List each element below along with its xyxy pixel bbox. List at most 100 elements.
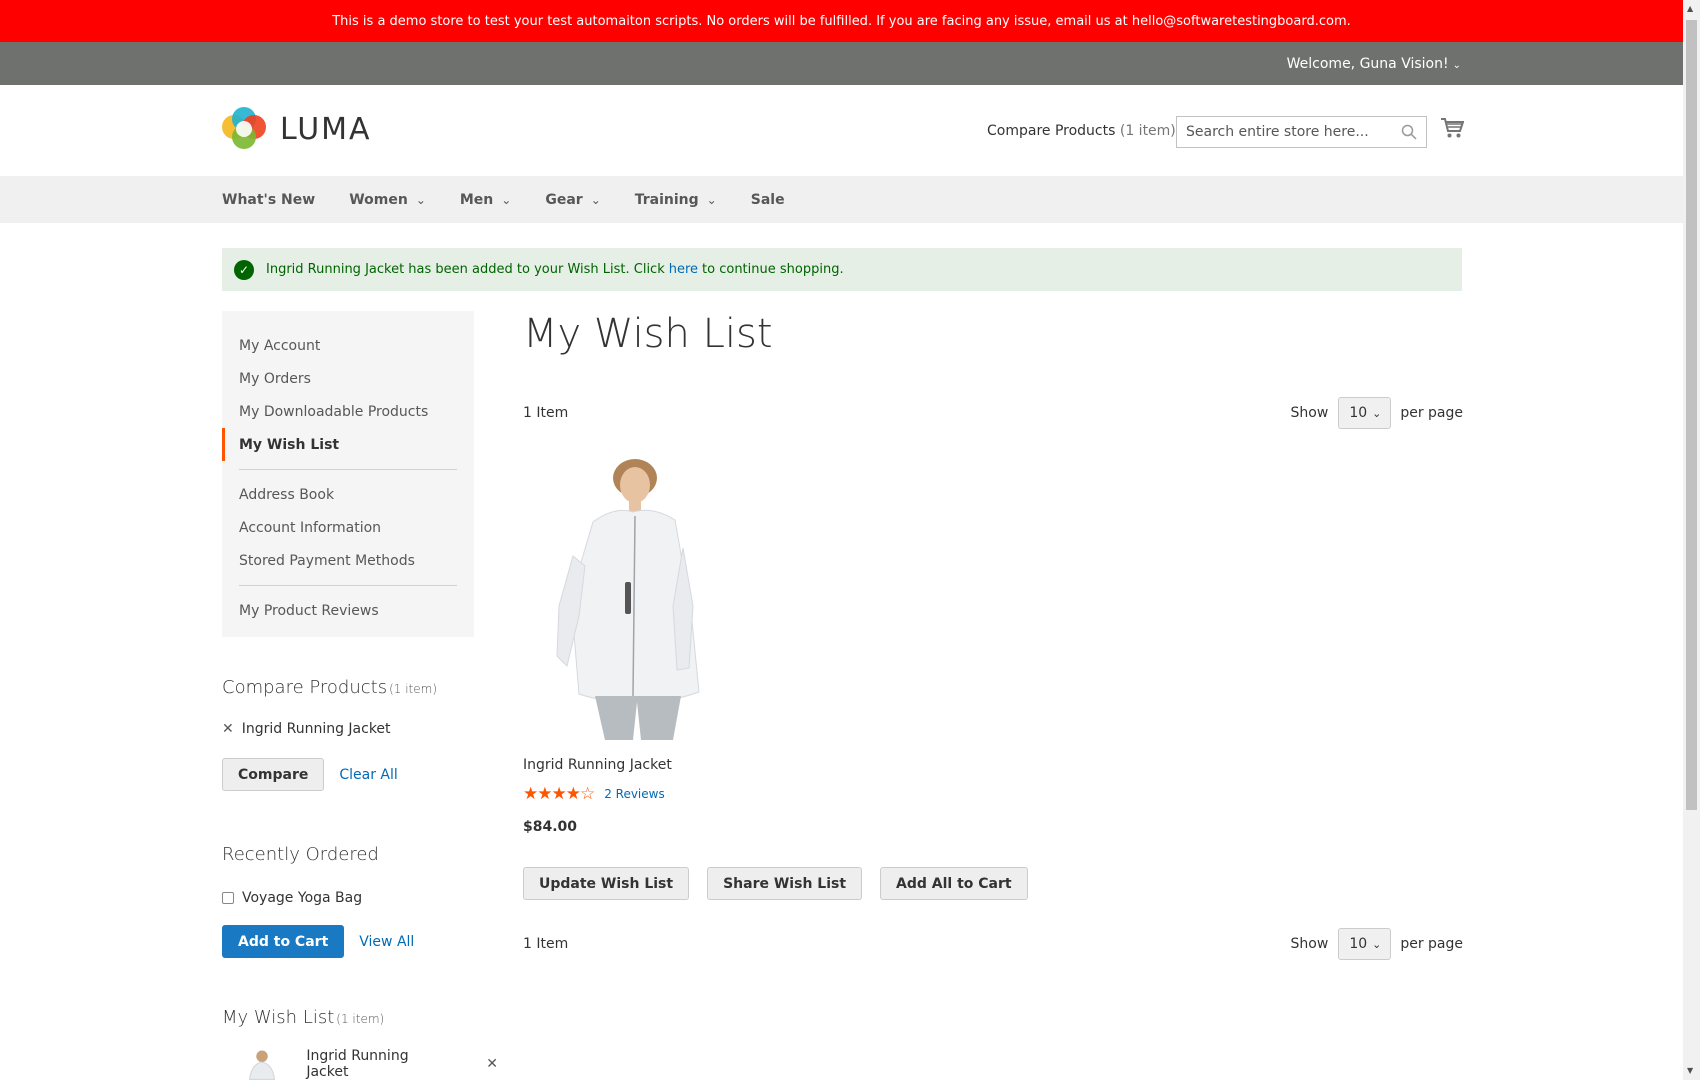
search-icon[interactable] (1401, 124, 1417, 140)
compare-actions: Compare Clear All (222, 758, 398, 791)
add-all-to-cart-button[interactable]: Add All to Cart (880, 867, 1028, 900)
page-scrollbar[interactable]: ▲ ▼ (1683, 0, 1700, 1080)
item-count: 1 Item (523, 405, 569, 421)
nav-item-gear[interactable]: Gear ⌄ (545, 192, 600, 208)
continue-shopping-link[interactable]: here (669, 262, 698, 277)
recent-item-name[interactable]: Voyage Yoga Bag (242, 890, 362, 906)
add-to-cart-button[interactable]: Add to Cart (222, 925, 345, 958)
product-thumbnail[interactable] (238, 1047, 278, 1080)
recent-item-checkbox[interactable] (222, 892, 234, 904)
sidebar-wishlist-block: My Wish List (1 item) (222, 1007, 384, 1028)
compare-label: Compare Products (987, 123, 1116, 139)
message-text: Ingrid Running Jacket has been added to … (266, 262, 665, 277)
wishlist-block-title: My Wish List (1 item) (222, 1007, 384, 1028)
sidebar-item-my-wish-list[interactable]: My Wish List (222, 428, 474, 461)
block-count: (1 item) (389, 682, 438, 696)
demo-notice-bar: This is a demo store to test your test a… (0, 0, 1683, 42)
show-label: Show (1290, 936, 1329, 952)
nav-label: What's New (222, 191, 316, 208)
limiter: Show 10 ⌄ per page (1291, 928, 1463, 960)
scrollbar-thumb[interactable] (1686, 20, 1697, 810)
sidebar-item-my-orders[interactable]: My Orders (222, 362, 474, 395)
chevron-down-icon: ⌄ (1372, 406, 1382, 420)
nav-item-women[interactable]: Women ⌄ (349, 192, 426, 208)
chevron-down-icon: ⌄ (1372, 937, 1382, 951)
main-content: My Wish List 1 Item Show 10 ⌄ per page In… (523, 311, 1463, 960)
compare-item-name[interactable]: Ingrid Running Jacket (242, 721, 391, 737)
logo-text: LUMA (280, 111, 372, 147)
compare-count: (1 item) (1119, 123, 1176, 139)
rating-stars: ★★★★☆ (523, 784, 595, 804)
compare-item: ✕ Ingrid Running Jacket (222, 721, 391, 737)
update-wishlist-button[interactable]: Update Wish List (523, 867, 690, 900)
chevron-down-icon: ⌄ (706, 192, 717, 207)
header-compare-link[interactable]: Compare Products (1 item) (987, 123, 1176, 139)
panel-header: Welcome, Guna Vision! ⌄ (0, 42, 1683, 85)
nav-label: Sale (750, 191, 785, 208)
chevron-down-icon: ⌄ (590, 192, 601, 207)
checkmark-icon: ✓ (234, 259, 254, 280)
per-page-value: 10 (1349, 405, 1368, 421)
sidebar-item-my-account[interactable]: My Account (222, 329, 474, 362)
page: This is a demo store to test your test a… (0, 0, 1683, 1080)
nav-item-training[interactable]: Training ⌄ (635, 192, 717, 208)
sidebar-item-downloadable-products[interactable]: My Downloadable Products (222, 395, 474, 428)
welcome-text: Welcome, Guna Vision! (1286, 55, 1449, 72)
per-page-value: 10 (1349, 936, 1368, 952)
compare-block: Compare Products (1 item) (222, 677, 437, 698)
reviews-link[interactable]: 2 Reviews (604, 787, 665, 801)
search-input[interactable]: Search entire store here... (1186, 124, 1401, 140)
nav-label: Women (349, 191, 408, 208)
luma-logo-icon (222, 107, 266, 151)
wishlist-actions: Update Wish List Share Wish List Add All… (523, 867, 1028, 900)
nav-label: Gear (545, 191, 583, 208)
search-field[interactable]: Search entire store here... (1176, 116, 1427, 148)
product-price: $84.00 (523, 819, 578, 835)
divider (239, 585, 457, 586)
block-title-text: My Wish List (222, 1007, 335, 1028)
chevron-down-icon: ⌄ (415, 192, 426, 207)
block-count: (1 item) (336, 1012, 385, 1026)
nav-item-sale[interactable]: Sale (751, 192, 785, 208)
cart-icon[interactable] (1440, 117, 1464, 139)
recent-actions: Add to Cart View All (222, 925, 414, 958)
nav-item-men[interactable]: Men ⌄ (460, 192, 511, 208)
sidebar-item-product-reviews[interactable]: My Product Reviews (222, 594, 474, 627)
per-page-select[interactable]: 10 ⌄ (1338, 928, 1392, 960)
success-message: ✓ Ingrid Running Jacket has been added t… (222, 248, 1462, 291)
share-wishlist-button[interactable]: Share Wish List (707, 867, 863, 900)
nav-label: Men (459, 191, 494, 208)
sidebar-item-stored-payment-methods[interactable]: Stored Payment Methods (222, 544, 474, 577)
compare-button[interactable]: Compare (222, 758, 325, 791)
chevron-down-icon: ⌄ (501, 192, 512, 207)
product-rating: ★★★★☆ 2 Reviews (523, 784, 665, 804)
block-title-text: Compare Products (222, 677, 388, 698)
remove-icon[interactable]: ✕ (486, 1056, 498, 1072)
product-image[interactable] (523, 456, 701, 740)
per-page-select[interactable]: 10 ⌄ (1338, 397, 1392, 429)
remove-icon[interactable]: ✕ (222, 721, 234, 737)
logo[interactable]: LUMA (222, 107, 372, 151)
per-page-label: per page (1400, 405, 1463, 421)
site-header: LUMA (0, 85, 1683, 176)
sidebar-item-account-information[interactable]: Account Information (222, 511, 474, 544)
show-label: Show (1290, 405, 1329, 421)
toolbar-top: 1 Item Show 10 ⌄ per page (523, 397, 1463, 429)
toolbar-bottom: 1 Item Show 10 ⌄ per page (523, 928, 1463, 960)
scroll-down-icon[interactable]: ▼ (1687, 1066, 1693, 1075)
nav-item-whats-new[interactable]: What's New (222, 192, 315, 208)
wishlist-item: Ingrid Running Jacket ✕ (238, 1047, 498, 1080)
clear-all-link[interactable]: Clear All (339, 767, 397, 783)
scroll-up-icon[interactable]: ▲ (1687, 4, 1693, 13)
view-all-link[interactable]: View All (359, 934, 414, 950)
main-nav: What's New Women ⌄ Men ⌄ Gear ⌄ Training ⌄ S… (0, 176, 1683, 223)
product-name[interactable]: Ingrid Running Jacket (523, 757, 672, 773)
wishlist-item-name[interactable]: Ingrid Running Jacket (306, 1048, 449, 1080)
nav-label: Training (634, 191, 699, 208)
sidebar-item-address-book[interactable]: Address Book (222, 478, 474, 511)
recent-item: Voyage Yoga Bag (222, 890, 362, 906)
page-title: My Wish List (523, 311, 773, 357)
chevron-down-icon: ⌄ (1452, 59, 1461, 71)
message-text-end: to continue shopping. (702, 262, 844, 277)
welcome-menu[interactable]: Welcome, Guna Vision! ⌄ (1287, 56, 1461, 72)
